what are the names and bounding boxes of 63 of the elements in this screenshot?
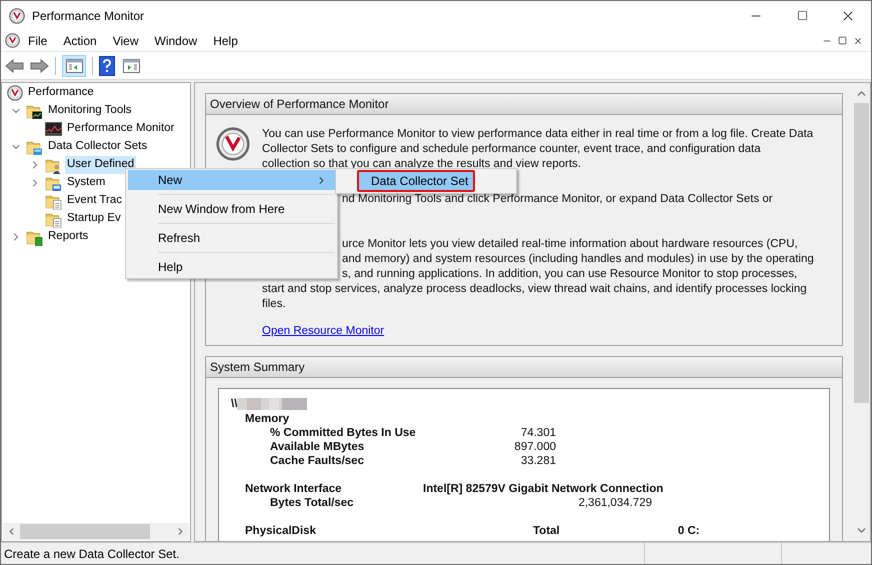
description-text: collection so that you can analyze the results and view reports. (262, 157, 581, 172)
menu-item[interactable]: Action (55, 32, 105, 50)
description-text: You can use Performance Monitor to view performance data either in real time or from a log file. Create Data (262, 127, 814, 142)
description-text: and memory) and system resources (including handles and modules) in use by the operating (342, 252, 814, 267)
gauge-icon (216, 127, 250, 161)
app-menu-icon (5, 33, 20, 48)
tree-item[interactable]: System (65, 174, 108, 192)
description-text: Collector Sets to configure and schedule performance counter, event trace, and configuration data (262, 142, 761, 157)
description-text: s, and running applications. In addition, you can use Resource Monitor to stop processes, (342, 267, 798, 282)
open-resource-monitor-link[interactable]: Open Resource Monitor (262, 324, 384, 339)
description-text: urce Monitor lets you view detailed real-time information about hardware resources (CPU, (342, 237, 798, 252)
counter-label: Bytes Total/sec (270, 496, 355, 510)
child-close-icon[interactable] (853, 36, 863, 46)
gauge-icon (7, 85, 23, 101)
child-restore-icon[interactable] (838, 36, 847, 44)
horizontal-scrollbar[interactable] (3, 523, 189, 540)
back-arrow-icon[interactable] (5, 58, 25, 74)
panel-header: System Summary (206, 357, 842, 378)
maximize-icon[interactable] (796, 10, 808, 21)
context-menu-item[interactable]: Refresh (128, 228, 335, 248)
tree-item[interactable]: Reports (46, 228, 90, 246)
menu-item[interactable]: File (20, 32, 56, 50)
forward-arrow-icon[interactable] (29, 58, 49, 74)
description-text: start and stop services, analyze process deadlocks, view thread wait chains, and identify processes locking (262, 282, 807, 297)
group-label: Network Interface (245, 482, 343, 496)
app-icon (9, 8, 25, 24)
counter-label: Cache Faults/sec (270, 454, 365, 468)
counter-value: 33.281 (520, 454, 556, 468)
description-text: files. (262, 297, 286, 312)
description-text: nd Monitoring Tools and click Performance Monitor, or expand Data Collector Sets or (342, 192, 773, 207)
host-name: \\ (231, 397, 238, 411)
tree-item[interactable]: Performance Monitor (65, 120, 176, 138)
show-hide-action-pane-icon[interactable] (123, 58, 140, 72)
menu-item[interactable]: View (104, 32, 146, 50)
counter-value: 74.301 (520, 426, 556, 440)
counter-label: % Committed Bytes In Use (270, 426, 417, 440)
tree-item[interactable]: User Defined (65, 156, 136, 174)
context-menu-item[interactable]: New (128, 170, 335, 190)
show-hide-tree-button[interactable] (62, 54, 86, 76)
redacted-block (237, 398, 308, 410)
context-menu-item[interactable]: Help (128, 257, 335, 277)
group-value: Total (532, 524, 560, 538)
menu-item[interactable]: Window (146, 32, 206, 50)
counter-value: 2,361,034.729 (577, 496, 652, 510)
tree-item[interactable]: Data Collector Sets (46, 138, 150, 156)
context-menu-item[interactable]: New Window from Here (128, 199, 335, 219)
tree-item[interactable]: Performance (26, 84, 96, 102)
window-title: Performance Monitor (32, 8, 144, 24)
submenu-item[interactable]: Data Collector Set (357, 170, 475, 192)
status-text: Create a new Data Collector Set. (3, 546, 180, 562)
menu-item[interactable]: Help (205, 32, 246, 50)
group-label: PhysicalDisk (245, 524, 317, 538)
help-icon[interactable] (99, 56, 115, 76)
counter-label: Available MBytes (270, 440, 366, 454)
group-value: 0 C: (676, 524, 700, 538)
group-label: Memory (245, 412, 290, 426)
chart-icon (45, 122, 62, 136)
panel-header: Overview of Performance Monitor (206, 94, 842, 115)
counter-value: 897.000 (513, 440, 556, 454)
tree-item[interactable]: Event Trac (65, 192, 124, 210)
tree-item[interactable]: Monitoring Tools (46, 102, 134, 120)
tree-item[interactable]: Startup Ev (65, 210, 123, 228)
group-value: Intel[R] 82579V Gigabit Network Connection (423, 482, 664, 496)
